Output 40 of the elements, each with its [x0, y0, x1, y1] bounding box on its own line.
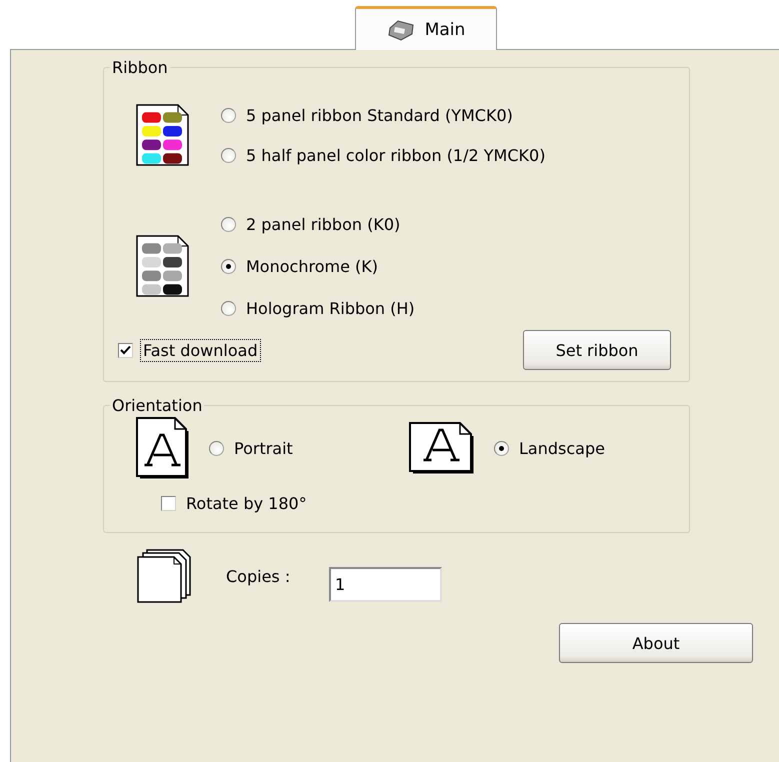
- radio-option[interactable]: Monochrome (K): [221, 245, 417, 287]
- copies-label: Copies :: [226, 566, 292, 586]
- option-label: Landscape: [518, 438, 606, 458]
- radio-option[interactable]: 5 half panel color ribbon (1/2 YMCK0): [221, 135, 548, 175]
- set-ribbon-button[interactable]: Set ribbon: [523, 330, 671, 370]
- option-label: 2 panel ribbon (K0): [245, 214, 402, 234]
- printer-icon: [386, 18, 415, 40]
- option-label: Fast download: [141, 340, 260, 360]
- radio-option[interactable]: 2 panel ribbon (K0): [221, 203, 417, 245]
- radio-button[interactable]: [221, 300, 236, 316]
- radio-option[interactable]: Hologram Ribbon (H): [221, 287, 417, 329]
- checkbox[interactable]: [161, 496, 176, 511]
- group-title: Orientation: [111, 396, 204, 415]
- letter-page-icon: [136, 417, 189, 479]
- radio-option[interactable]: Landscape: [494, 427, 607, 469]
- radio-option[interactable]: 5 panel ribbon Standard (YMCK0): [221, 95, 548, 135]
- radio-button[interactable]: [209, 440, 224, 456]
- radio-button[interactable]: [221, 258, 236, 274]
- checkbox-option[interactable]: Fast download: [118, 329, 260, 371]
- option-label: Monochrome (K): [245, 256, 379, 276]
- radio-button[interactable]: [494, 440, 509, 456]
- option-label: 5 panel ribbon Standard (YMCK0): [245, 104, 514, 126]
- main-tab[interactable]: Main: [355, 6, 497, 50]
- ribbon-icon: [136, 104, 189, 166]
- checkbox-option[interactable]: Rotate by 180°: [161, 493, 671, 514]
- option-label: Portrait: [233, 438, 294, 458]
- option-label: Rotate by 180°: [185, 493, 308, 514]
- about-button[interactable]: About: [559, 623, 753, 663]
- radio-option[interactable]: Portrait: [209, 427, 295, 469]
- option-label: 5 half panel color ribbon (1/2 YMCK0): [245, 144, 546, 166]
- radio-button[interactable]: [221, 216, 236, 232]
- option-label: Hologram Ribbon (H): [245, 298, 416, 318]
- ribbon-icon: [136, 235, 189, 297]
- group-title: Ribbon: [111, 58, 169, 77]
- radio-button[interactable]: [221, 148, 236, 162]
- radio-button[interactable]: [221, 108, 236, 122]
- checkbox[interactable]: [118, 342, 133, 358]
- letter-page-icon: [409, 422, 474, 474]
- copies-field[interactable]: 1: [329, 566, 442, 602]
- pages-icon: [137, 549, 193, 603]
